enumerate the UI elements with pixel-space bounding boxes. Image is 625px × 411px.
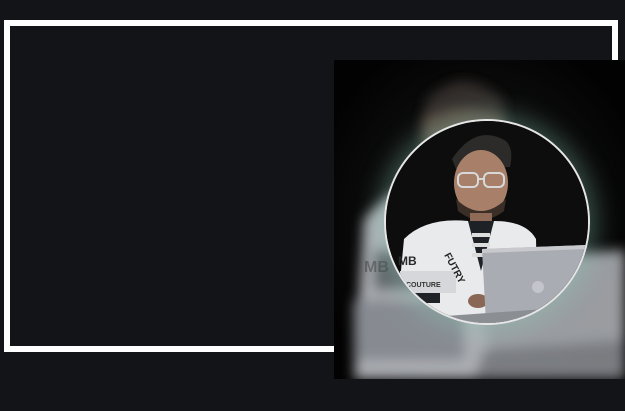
page-canvas: MB FUTRY MB COUTURE [0,0,625,411]
blur-shirt-text: MB [364,259,389,276]
avatar-photo: FUTRY MB COUTURE [386,121,588,323]
profile-avatar: FUTRY MB COUTURE [384,119,590,325]
shirt-text-couture: COUTURE [406,282,441,289]
shirt-text-mb: MB [398,254,417,268]
